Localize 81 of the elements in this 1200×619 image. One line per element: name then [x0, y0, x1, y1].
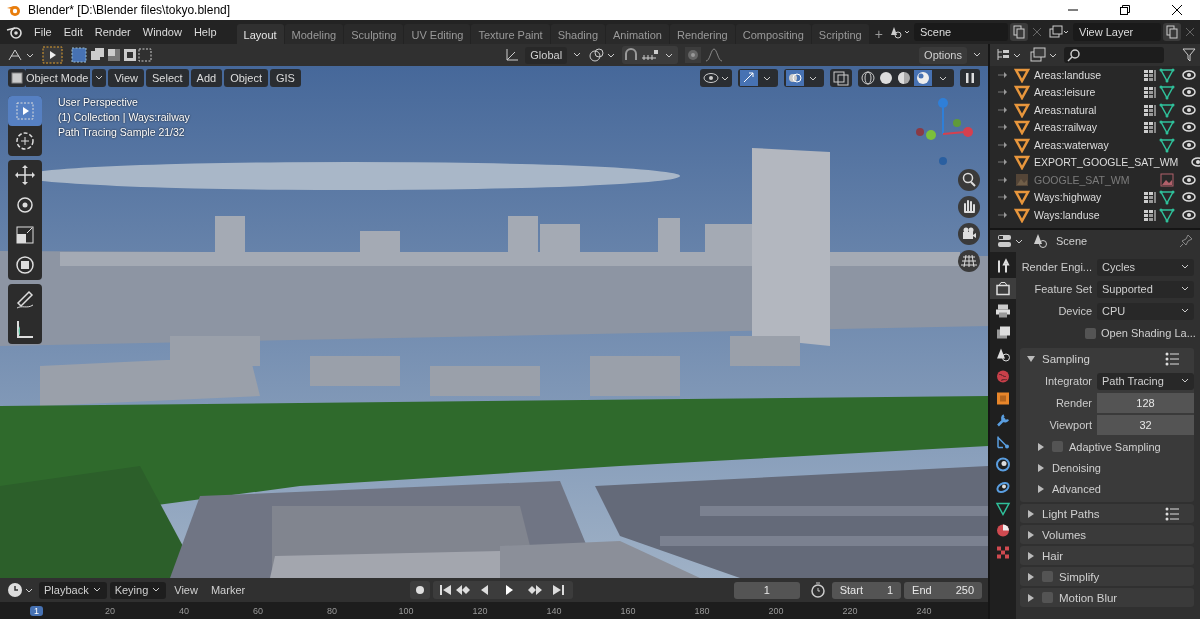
properties-title: Scene — [1056, 235, 1088, 247]
add-workspace-button[interactable]: + — [869, 24, 888, 44]
frame-number: 160 — [619, 605, 637, 616]
frame-number: 240 — [915, 605, 933, 616]
workspace-tab[interactable]: Layout — [236, 24, 284, 44]
menu-item[interactable]: Window — [136, 26, 188, 38]
viewport-menu-button[interactable]: View — [108, 69, 145, 87]
end-frame-field[interactable]: 250 — [945, 581, 982, 599]
workspace-tab[interactable]: Compositing — [735, 24, 811, 44]
panel-header[interactable]: Sampling — [1042, 353, 1090, 365]
options-dropdown[interactable]: Options — [919, 46, 967, 64]
dropdown[interactable]: Cycles — [1097, 258, 1194, 276]
timeline-menu[interactable]: View — [169, 581, 203, 599]
workspace-tab[interactable]: Sculpting — [344, 24, 404, 44]
field-label: Device — [1057, 305, 1092, 317]
workspace-tab[interactable]: Texture Paint — [471, 24, 550, 44]
workspace-tab[interactable]: Modeling — [284, 24, 344, 44]
field-label: Render Engi... — [1020, 261, 1092, 273]
menu-item[interactable]: Help — [187, 26, 223, 38]
viewport-menu-button[interactable]: Object — [224, 69, 268, 87]
outliner-item[interactable]: Ways:landuse — [1034, 208, 1100, 221]
checkbox-label: Open Shading La... — [1101, 327, 1196, 339]
view-layer-field[interactable]: View Layer — [1073, 23, 1161, 41]
number-field[interactable]: 128 — [1097, 393, 1194, 413]
frame-number: 20 — [104, 605, 116, 616]
frame-number: 120 — [471, 605, 489, 616]
dropdown[interactable]: Supported — [1097, 280, 1194, 298]
field-label: Start — [831, 581, 877, 599]
outliner-item[interactable]: Areas:natural — [1034, 103, 1097, 116]
outliner-item[interactable]: Areas:landuse — [1034, 68, 1102, 81]
frame-number: 40 — [178, 605, 190, 616]
outliner-item[interactable]: Areas:railway — [1034, 121, 1098, 134]
field-label: Feature Set — [1033, 283, 1092, 295]
workspace-tab[interactable]: Scripting — [811, 24, 869, 44]
frame-number: 60 — [252, 605, 264, 616]
window-title: Blender* [D:\Blender files\tokyo.blend] — [28, 3, 231, 17]
dropdown[interactable]: CPU — [1097, 302, 1194, 320]
workspace-tab[interactable]: UV Editing — [404, 24, 471, 44]
outliner-item[interactable]: Ways:highway — [1034, 191, 1102, 204]
timeline-menu[interactable]: Playback — [39, 581, 107, 599]
frame-number: 180 — [693, 605, 711, 616]
orientation-dropdown[interactable]: Global — [525, 46, 568, 64]
current-frame-marker[interactable]: 1 — [30, 605, 43, 616]
number-field[interactable]: 32 — [1097, 415, 1194, 435]
viewport-menu-button[interactable]: Select — [146, 69, 189, 87]
frame-number: 140 — [545, 605, 563, 616]
viewport-info-text: (1) Collection | Ways:railway — [58, 111, 190, 123]
panel-header[interactable]: Volumes — [1042, 528, 1087, 541]
menu-item[interactable]: File — [28, 26, 58, 38]
outliner-item[interactable]: Areas:leisure — [1034, 86, 1096, 99]
subpanel-header[interactable]: Advanced — [1052, 482, 1101, 495]
workspace-tab[interactable]: Animation — [606, 24, 669, 44]
frame-number: 200 — [767, 605, 785, 616]
frame-number: 220 — [841, 605, 859, 616]
field-label: Render — [1054, 397, 1092, 409]
field-label: Viewport — [1048, 419, 1092, 431]
dropdown[interactable]: Path Tracing — [1097, 372, 1194, 390]
timeline-menu[interactable]: Keying — [109, 581, 167, 599]
panel-header[interactable]: Simplify — [1059, 570, 1100, 583]
field-label: Integrator — [1043, 375, 1092, 387]
menu-item[interactable]: Edit — [57, 26, 89, 38]
outliner-item[interactable]: EXPORT_GOOGLE_SAT_WM — [1034, 156, 1179, 169]
subpanel-header[interactable]: Adaptive Sampling — [1069, 440, 1161, 453]
frame-number: 80 — [326, 605, 338, 616]
viewport-menu-button[interactable]: GIS — [270, 69, 301, 87]
start-frame-field[interactable]: 1 — [876, 581, 902, 599]
field-label: End — [904, 581, 946, 599]
scene-field[interactable]: Scene — [914, 23, 1008, 41]
mode-dropdown[interactable]: Object Mode — [26, 69, 91, 87]
outliner-item[interactable]: Areas:waterway — [1034, 138, 1109, 151]
timeline-menu[interactable]: Marker — [205, 581, 251, 599]
workspace-tab[interactable]: Rendering — [669, 24, 735, 44]
current-frame-field[interactable]: 1 — [733, 581, 800, 599]
workspace-tab[interactable]: Shading — [550, 24, 606, 44]
panel-header[interactable]: Hair — [1042, 549, 1064, 562]
menu-item[interactable]: Render — [88, 26, 137, 38]
subpanel-header[interactable]: Denoising — [1052, 461, 1101, 474]
viewport-info-text: User Perspective — [58, 96, 139, 108]
frame-number: 100 — [397, 605, 415, 616]
viewport-info-text: Path Tracing Sample 21/32 — [58, 126, 186, 138]
viewport-menu-button[interactable]: Add — [190, 69, 223, 87]
